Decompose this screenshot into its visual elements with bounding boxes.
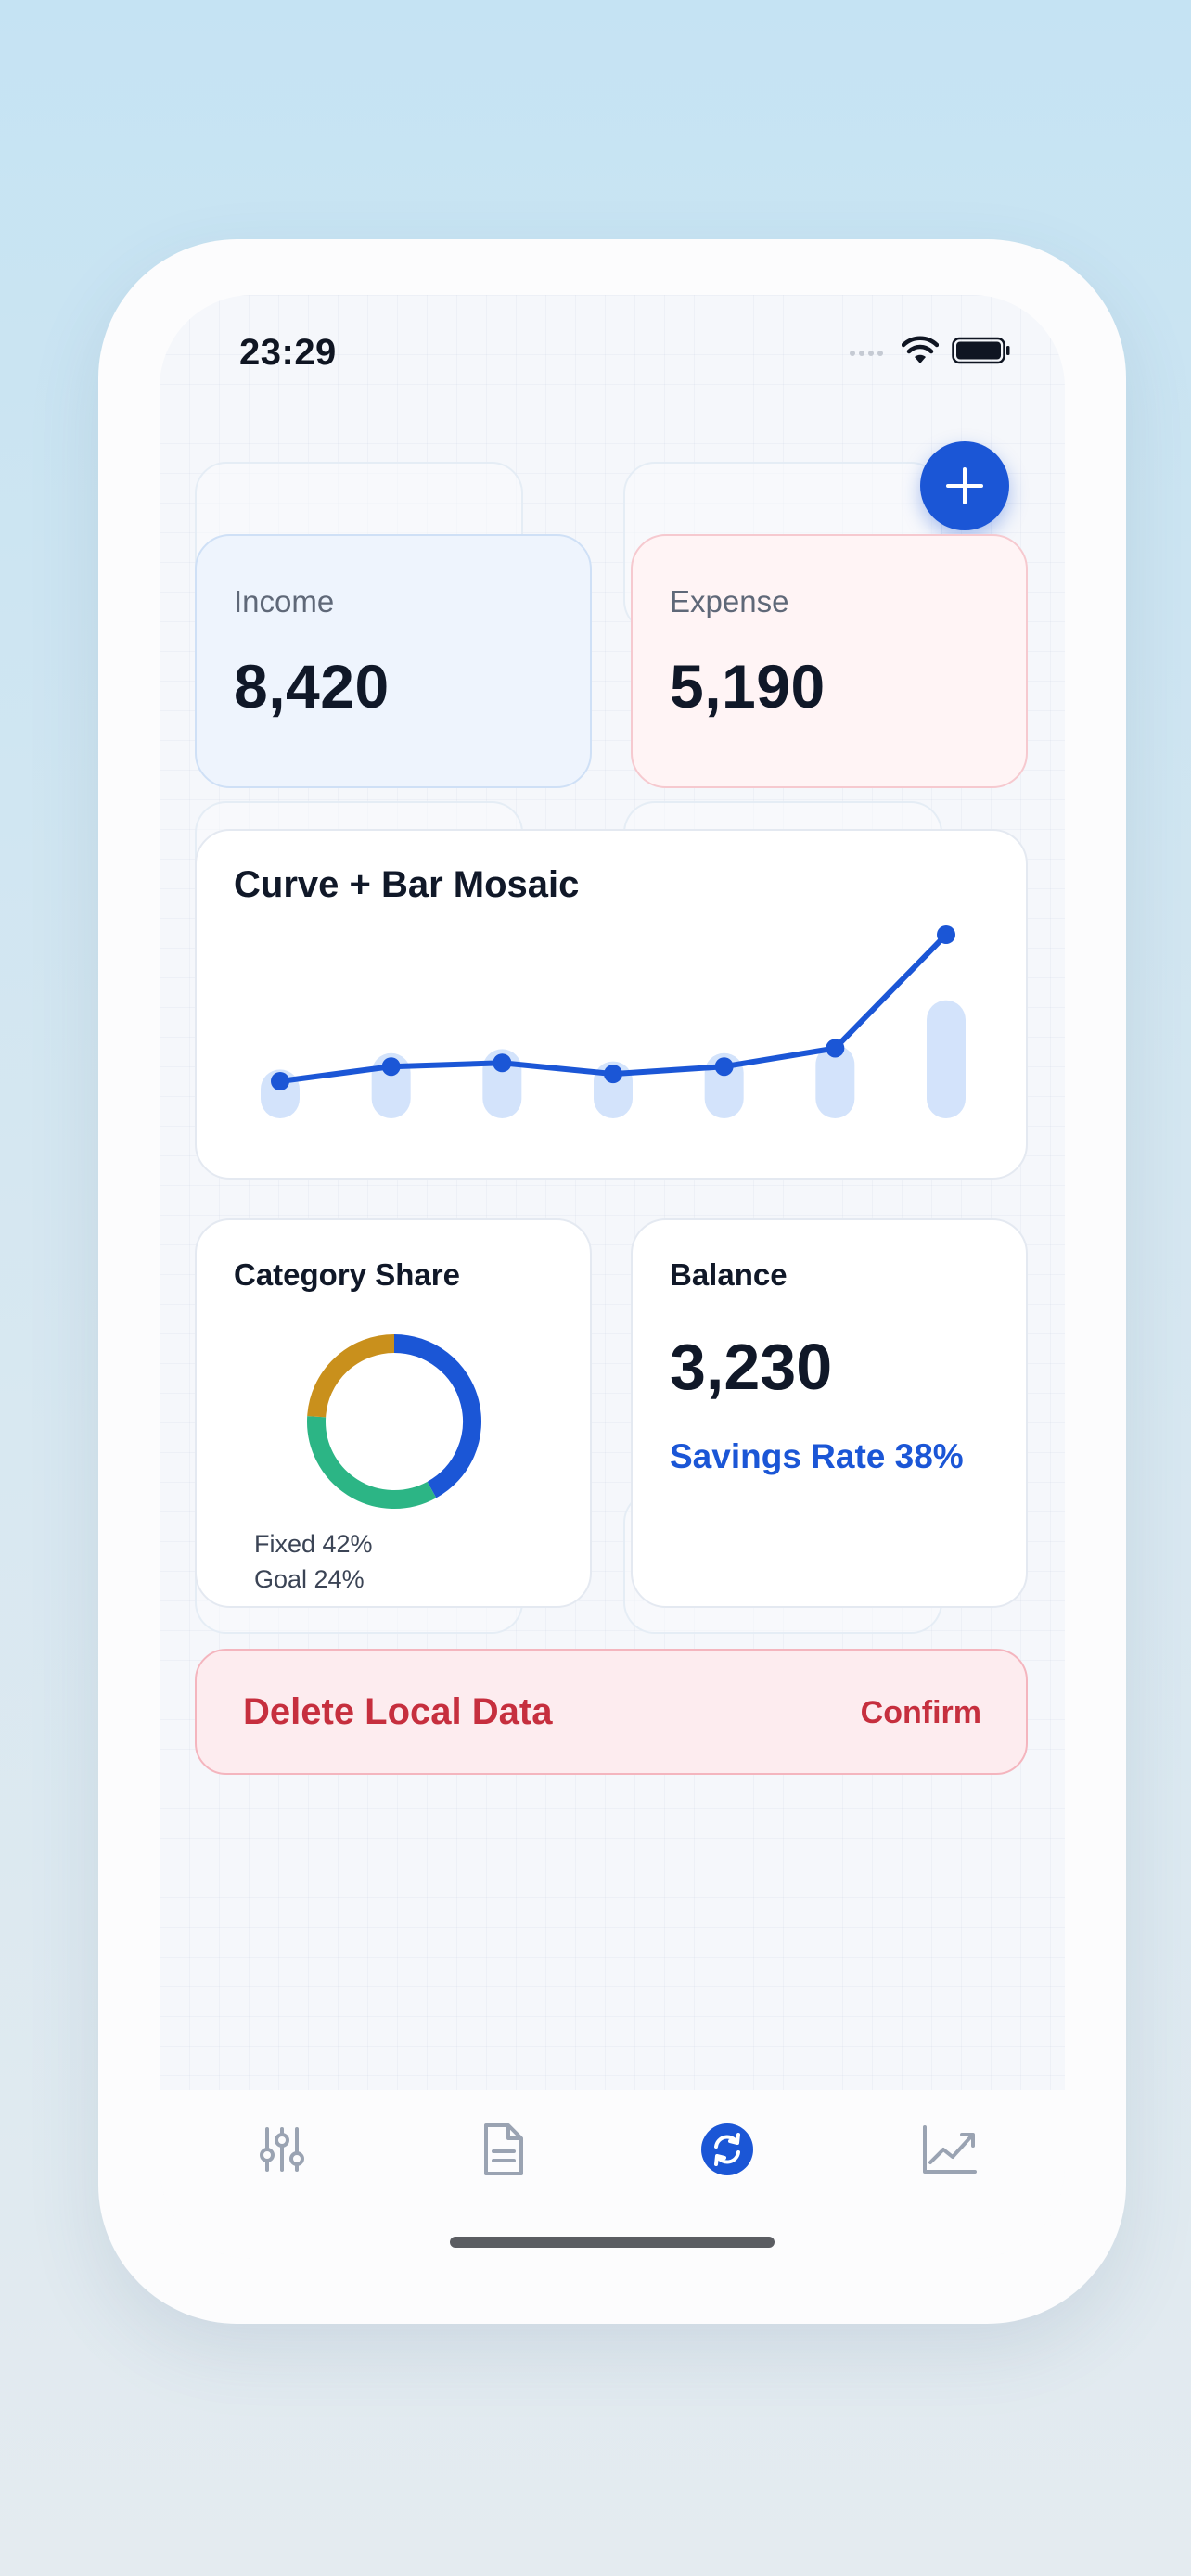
sliders-icon	[260, 2127, 304, 2172]
savings-rate: Savings Rate 38%	[670, 1437, 964, 1475]
category-donut-chart	[307, 1334, 481, 1509]
status-time: 23:29	[239, 332, 337, 373]
tab-sync[interactable]	[690, 2112, 764, 2187]
document-icon	[484, 2123, 523, 2175]
expense-card[interactable]: Expense 5,190	[631, 534, 1028, 788]
home-indicator	[450, 2237, 775, 2248]
income-value: 8,420	[234, 652, 390, 721]
confirm-delete-button[interactable]: Confirm	[861, 1695, 981, 1731]
add-button[interactable]	[920, 441, 1009, 530]
income-card[interactable]: Income 8,420	[195, 534, 592, 788]
delete-local-data-label: Delete Local Data	[243, 1691, 553, 1732]
chart-point	[493, 1053, 512, 1073]
status-icons	[848, 334, 1011, 371]
category-legend: Fixed 42% Goal 24%	[254, 1526, 373, 1597]
balance-title: Balance	[670, 1257, 788, 1292]
plus-icon	[946, 467, 983, 504]
balance-card[interactable]: Balance 3,230 Savings Rate 38%	[631, 1218, 1028, 1608]
donut-slice	[393, 1334, 481, 1498]
balance-value: 3,230	[670, 1331, 833, 1403]
expense-value: 5,190	[670, 652, 826, 721]
chart-point	[604, 1065, 622, 1084]
wifi-icon	[901, 336, 940, 370]
battery-icon	[952, 337, 1011, 369]
income-label: Income	[234, 584, 335, 618]
category-share-card[interactable]: Category Share Fixed 42% Goal 24%	[195, 1218, 592, 1608]
chart-point	[271, 1072, 289, 1090]
delete-local-data-row[interactable]: Delete Local Data Confirm	[195, 1649, 1028, 1775]
curve-bar-chart	[261, 925, 966, 1118]
chart-card[interactable]: Curve + Bar Mosaic	[195, 829, 1028, 1180]
chart-point	[826, 1039, 845, 1058]
chart-point	[937, 925, 955, 944]
status-bar: 23:29	[160, 295, 1065, 406]
chart-bar	[927, 1000, 966, 1118]
tab-documents[interactable]	[466, 2112, 540, 2187]
chart-point	[381, 1057, 401, 1077]
tab-bar	[160, 2090, 1065, 2259]
donut-slice	[307, 1334, 395, 1418]
chart-point	[714, 1057, 734, 1077]
sync-icon	[701, 2123, 753, 2175]
legend-item: Goal 24%	[254, 1565, 365, 1593]
trend-chart-icon	[923, 2125, 977, 2174]
app-screen: 23:29 Income 8,420 Expense 5,190 Curve +…	[160, 295, 1065, 2259]
tab-filters[interactable]	[245, 2112, 319, 2187]
donut-slice	[307, 1416, 437, 1509]
tab-trends[interactable]	[913, 2112, 987, 2187]
category-share-title: Category Share	[234, 1257, 460, 1292]
legend-item: Fixed 42%	[254, 1530, 373, 1558]
expense-label: Expense	[670, 584, 789, 618]
cellular-signal-icon	[848, 344, 889, 362]
